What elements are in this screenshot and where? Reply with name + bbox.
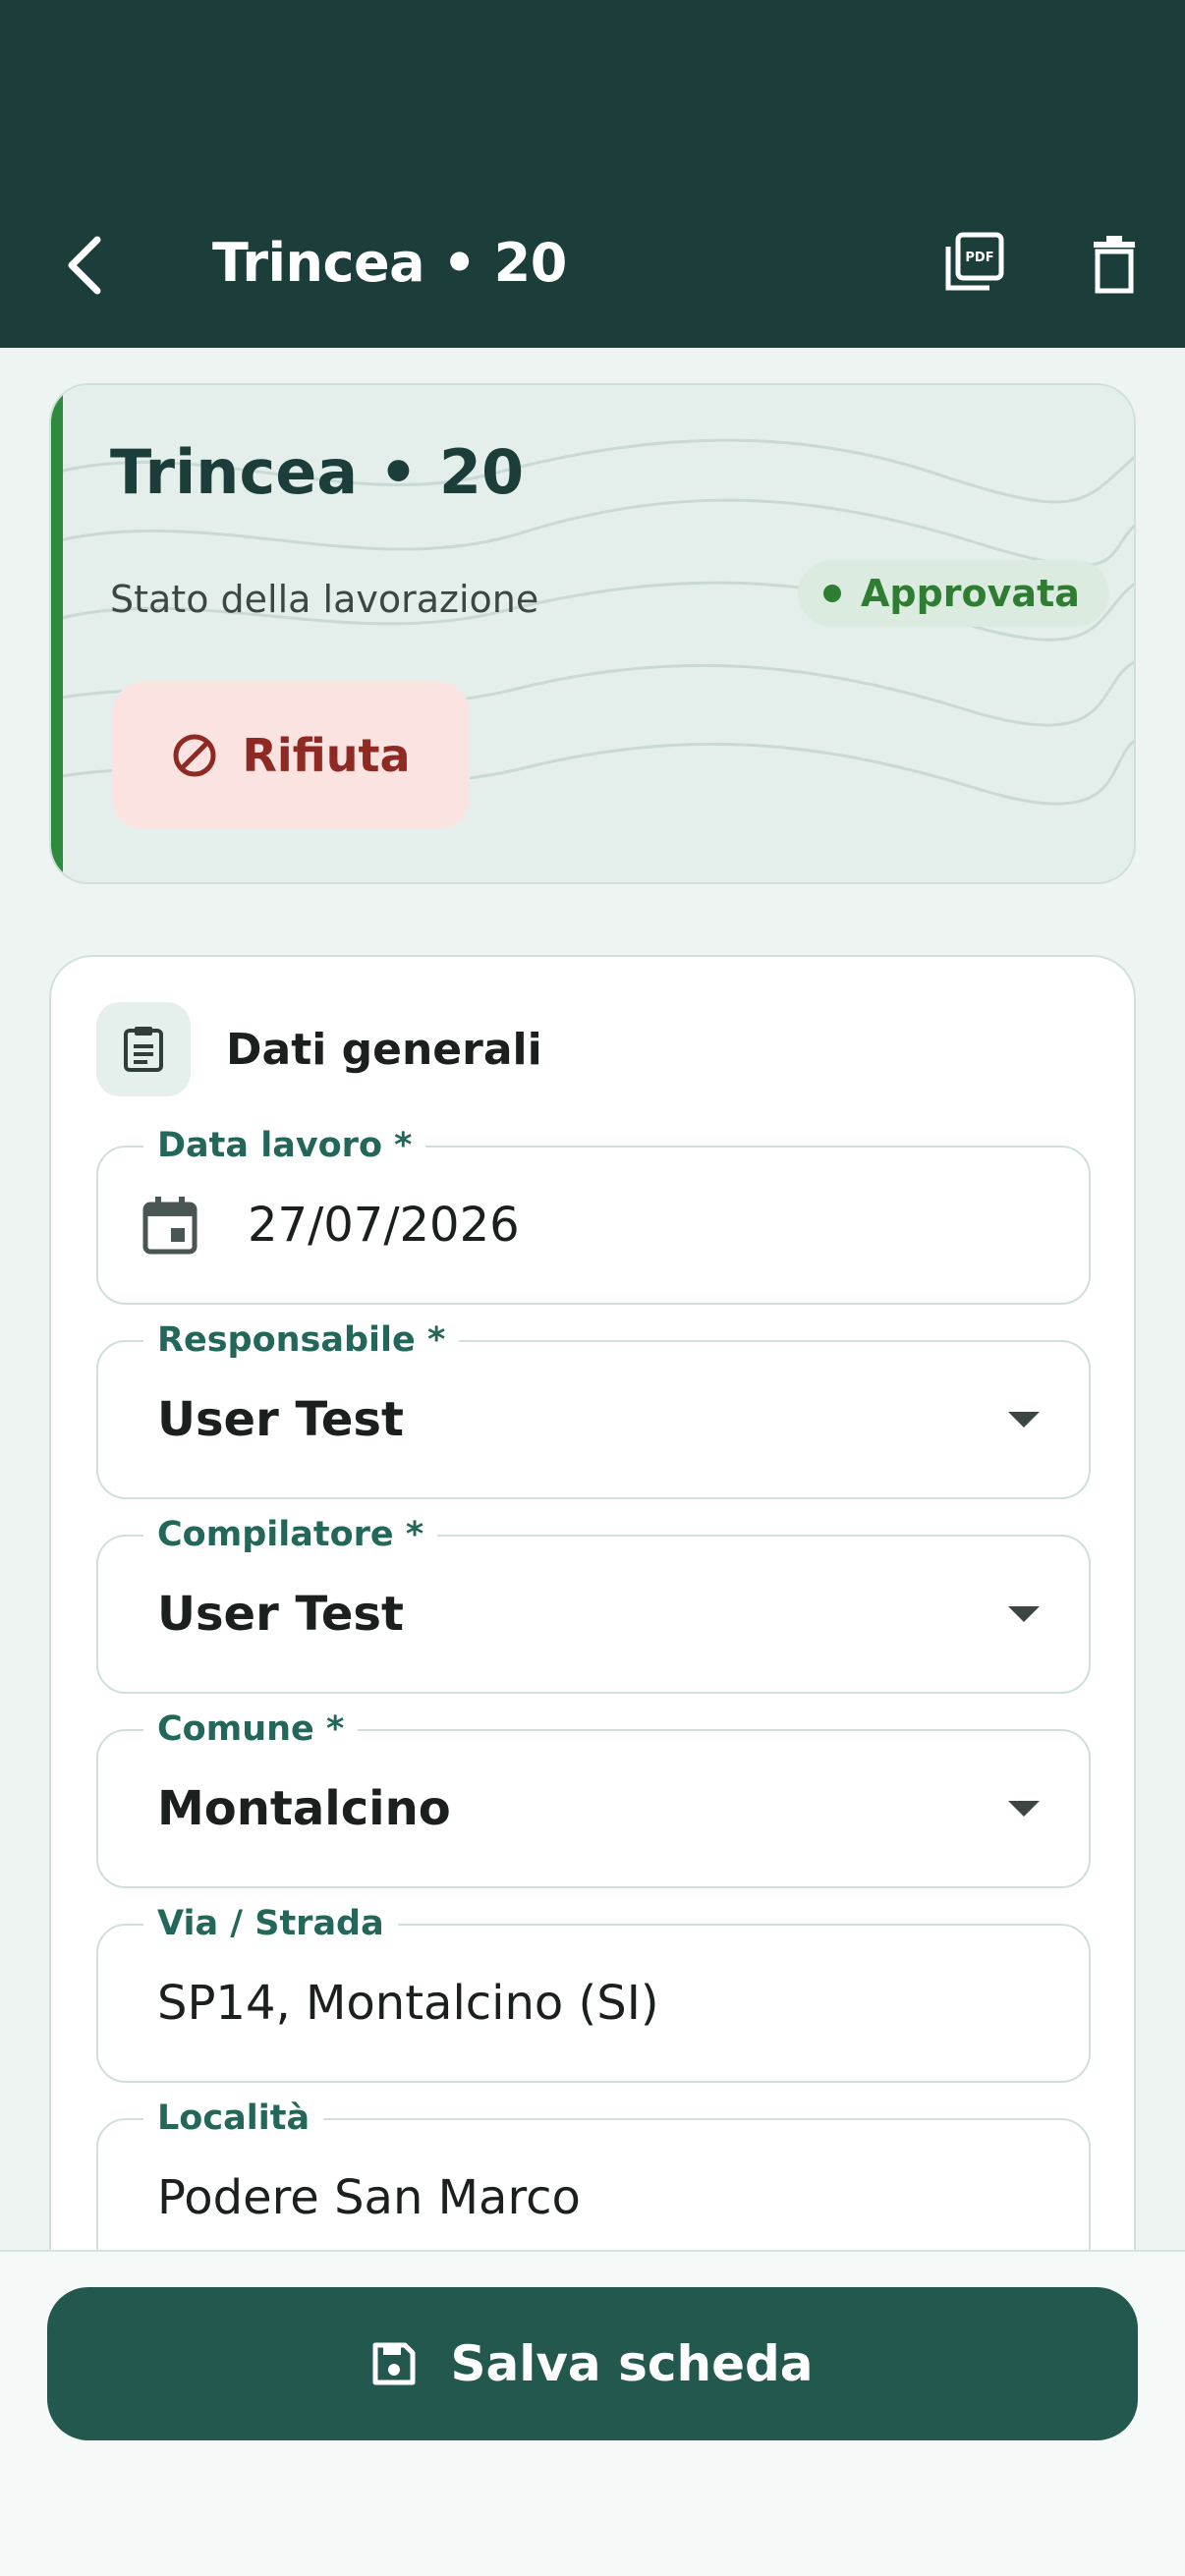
bottom-action-bar: Salva scheda <box>0 2250 1185 2576</box>
locality-value: Podere San Marco <box>157 2170 581 2225</box>
locality-label: Località <box>143 2097 324 2140</box>
block-icon <box>173 734 216 777</box>
svg-text:PDF: PDF <box>965 251 993 265</box>
dropdown-arrow-icon <box>1008 1801 1040 1817</box>
responsabile-label: Responsabile * <box>143 1318 460 1362</box>
street-field[interactable]: Via / Strada SP14, Montalcino (SI) <box>96 1902 1091 2083</box>
comune-value: Montalcino <box>157 1781 451 1836</box>
trash-icon <box>1094 236 1135 294</box>
section-title: Dati generali <box>226 1024 542 1075</box>
dropdown-arrow-icon <box>1008 1412 1040 1428</box>
responsabile-value: User Test <box>157 1392 404 1447</box>
status-badge: Approvata <box>798 560 1109 627</box>
save-button-label: Salva scheda <box>450 2335 814 2392</box>
compilatore-label: Compilatore * <box>143 1513 438 1556</box>
clipboard-icon <box>96 1002 191 1096</box>
reject-button-label: Rifiuta <box>242 729 411 782</box>
date-field-value: 27/07/2026 <box>248 1198 520 1253</box>
street-value: SP14, Montalcino (SI) <box>157 1976 659 2031</box>
status-dot-icon <box>823 585 841 602</box>
export-pdf-button[interactable]: PDF <box>933 224 1012 303</box>
chevron-left-icon <box>68 236 101 295</box>
reject-button[interactable]: Rifiuta <box>112 682 470 829</box>
status-card-title: Trincea • 20 <box>110 436 525 508</box>
status-label: Stato della lavorazione <box>110 578 539 621</box>
compilatore-select[interactable]: Compilatore * User Test <box>96 1513 1091 1694</box>
status-badge-text: Approvata <box>861 572 1080 615</box>
calendar-icon <box>138 1193 202 1258</box>
save-button[interactable]: Salva scheda <box>47 2287 1138 2440</box>
app-bar: Trincea • 20 PDF <box>0 0 1185 348</box>
status-card: Trincea • 20 Stato della lavorazione App… <box>49 383 1136 884</box>
compilatore-value: User Test <box>157 1587 404 1642</box>
section-header: Dati generali <box>96 1002 542 1096</box>
comune-label: Comune * <box>143 1708 359 1751</box>
status-accent-bar <box>51 385 63 882</box>
back-button[interactable] <box>51 226 120 305</box>
page-title: Trincea • 20 <box>212 232 567 294</box>
dropdown-arrow-icon <box>1008 1606 1040 1622</box>
date-field-label: Data lavoro * <box>143 1124 426 1167</box>
date-field[interactable]: Data lavoro * 27/07/2026 <box>96 1124 1091 1305</box>
street-label: Via / Strada <box>143 1902 398 1945</box>
delete-button[interactable] <box>1075 226 1154 305</box>
pdf-icon: PDF <box>945 232 1004 291</box>
save-icon <box>372 2342 416 2385</box>
comune-select[interactable]: Comune * Montalcino <box>96 1708 1091 1888</box>
responsabile-select[interactable]: Responsabile * User Test <box>96 1318 1091 1499</box>
